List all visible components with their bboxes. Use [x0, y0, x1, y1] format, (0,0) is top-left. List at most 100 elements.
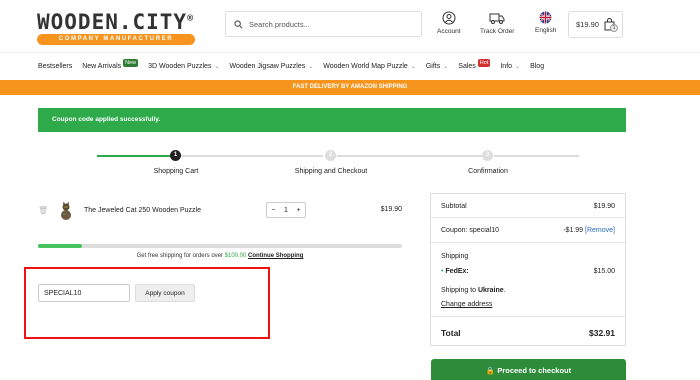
step-progress-line — [97, 155, 173, 157]
checkout-label: Proceed to checkout — [497, 366, 572, 375]
step-1-label: Shopping Cart — [153, 168, 199, 175]
subtotal-row: Subtotal $19.90 — [441, 203, 615, 210]
step-line — [337, 155, 483, 157]
shipping-label: Shipping — [441, 253, 469, 260]
nav-item-bestsellers[interactable]: Bestsellers — [38, 63, 72, 70]
language-selector[interactable]: English — [535, 11, 556, 34]
checkout-steps: 1 2 3 Shopping Cart Shipping and Checkou… — [0, 145, 700, 185]
search-icon — [234, 19, 243, 28]
search-box[interactable] — [225, 11, 422, 37]
chevron-down-icon: ⌄ — [443, 64, 449, 70]
nav-item-sales[interactable]: Sales Hot — [458, 58, 491, 71]
delivery-banner: FAST DELIVERY BY AMAZON SHIPPING — [0, 80, 700, 95]
free-shipping-progress-fill — [38, 244, 82, 248]
lock-icon: 🔒 — [485, 366, 496, 375]
track-order-label: Track Order — [480, 28, 515, 35]
nav-item-info[interactable]: Info ⌄ — [500, 63, 520, 70]
step-line — [494, 155, 579, 157]
chevron-down-icon: ⌄ — [214, 64, 220, 70]
chevron-down-icon: ⌄ — [515, 64, 521, 70]
total-value: $32.91 — [589, 328, 615, 338]
fedex-value: $15.00 — [593, 268, 615, 275]
coupon-code-input[interactable] — [38, 284, 130, 302]
logo-text: WOODEN.CITY — [37, 10, 188, 34]
truck-icon — [489, 13, 505, 24]
nav-item-world-map-puzzle[interactable]: Wooden World Map Puzzle ⌄ — [323, 63, 416, 70]
fedex-option[interactable]: • FedEx: $15.00 — [441, 268, 615, 275]
apply-coupon-button[interactable]: Apply coupon — [135, 284, 195, 302]
nav-item-label: Bestsellers — [38, 63, 73, 70]
uk-flag-icon — [539, 11, 552, 24]
logo-registered-mark: ® — [187, 13, 195, 24]
subtotal-label: Subtotal — [441, 203, 467, 210]
trash-icon[interactable]: 🗑 — [38, 206, 52, 215]
divider — [431, 316, 625, 317]
cart-totals: Subtotal $19.90 Coupon: special10 -$1.99… — [430, 193, 626, 346]
nav-item-3d-wooden-puzzles[interactable]: 3D Wooden Puzzles ⌄ — [148, 63, 219, 70]
total-row: Total $32.91 — [441, 328, 615, 338]
coupon-highlight-box — [24, 267, 270, 339]
shipping-row: Shipping — [441, 253, 615, 260]
nav-item-gifts[interactable]: Gifts ⌄ — [426, 63, 448, 70]
step-2-label: Shipping and Checkout — [294, 168, 368, 175]
coupon-label: Coupon: special10 — [441, 227, 499, 234]
cart-item-row: 🗑 The Jeweled Cat 250 Wooden Puzzle − 1 … — [38, 198, 404, 223]
user-icon — [442, 11, 456, 25]
nav-item-blog[interactable]: Blog — [530, 63, 544, 70]
proceed-to-checkout-button[interactable]: 🔒 Proceed to checkout — [431, 359, 626, 380]
coupon-row: Coupon: special10 -$1.99 [Remove] — [441, 227, 615, 234]
hot-badge: Hot — [477, 58, 491, 67]
nav-item-label: Wooden World Map Puzzle — [323, 63, 408, 70]
nav-item-label: New Arrivals — [82, 63, 122, 70]
total-label: Total — [441, 328, 461, 338]
shipping-country: Ukraine — [477, 287, 504, 294]
divider — [431, 242, 625, 243]
free-shipping-message: Get free shipping for orders over $100.0… — [38, 253, 402, 259]
bullet-icon: • — [441, 268, 444, 275]
quantity-value[interactable]: 1 — [284, 207, 288, 214]
nav-item-label: Blog — [530, 63, 545, 70]
free-shipping-progress — [38, 244, 402, 248]
site-header: WOODEN.CITY® COMPANY MANUFACTURER Accoun… — [0, 0, 700, 52]
shipping-to-text: Shipping to — [441, 287, 477, 294]
fedex-label: FedEx: — [445, 268, 469, 275]
logo[interactable]: WOODEN.CITY® COMPANY MANUFACTURER — [37, 8, 195, 45]
cart-total: $19.90 — [576, 20, 599, 29]
account-link[interactable]: Account — [437, 11, 461, 35]
cart-button[interactable]: $19.90 1 — [568, 11, 623, 38]
free-shipping-text: Get free shipping for orders over — [136, 253, 223, 259]
nav-item-new-arrivals[interactable]: New Arrivals New — [82, 58, 139, 71]
nav-item-label: Wooden Jigsaw Puzzles — [229, 63, 306, 70]
shipping-destination: Shipping to Ukraine. — [441, 287, 506, 294]
logo-subtitle: COMPANY MANUFACTURER — [37, 34, 195, 45]
cart-count-badge: 1 — [610, 24, 618, 32]
product-name[interactable]: The Jeweled Cat 250 Wooden Puzzle — [84, 207, 201, 214]
nav-item-label: Info — [500, 63, 513, 70]
chevron-down-icon: ⌄ — [308, 64, 314, 70]
change-address-link[interactable]: Change address — [441, 301, 492, 308]
continue-shopping-link[interactable]: Continue Shopping — [248, 253, 303, 259]
divider — [431, 217, 625, 218]
product-thumbnail[interactable] — [58, 201, 74, 221]
quantity-decrease-button[interactable]: − — [271, 207, 275, 214]
step-3-indicator: 3 — [482, 150, 493, 161]
nav-item-label: Gifts — [425, 63, 441, 70]
quantity-increase-button[interactable]: + — [297, 207, 301, 214]
coupon-success-notice: Coupon code applied successfully. — [38, 108, 626, 132]
quantity-stepper: − 1 + — [266, 202, 306, 218]
nav-item-label: Sales — [458, 63, 476, 70]
free-shipping-amount: $100.00 — [224, 253, 247, 259]
track-order-link[interactable]: Track Order — [480, 11, 514, 35]
search-input[interactable] — [249, 19, 409, 29]
main-nav: Bestsellers New Arrivals New 3D Wooden Pu… — [0, 52, 700, 80]
step-line — [181, 155, 323, 157]
step-1-indicator: 1 — [170, 150, 181, 161]
nav-item-label: 3D Wooden Puzzles — [148, 63, 212, 70]
remove-coupon-link[interactable]: [Remove] — [585, 227, 615, 234]
subtotal-value: $19.90 — [593, 203, 615, 210]
nav-item-wooden-jigsaw-puzzles[interactable]: Wooden Jigsaw Puzzles ⌄ — [229, 63, 313, 70]
step-3-label: Confirmation — [468, 168, 508, 175]
language-label: English — [535, 27, 557, 34]
coupon-discount: -$1.99 — [563, 227, 584, 234]
chevron-down-icon: ⌄ — [410, 64, 416, 70]
